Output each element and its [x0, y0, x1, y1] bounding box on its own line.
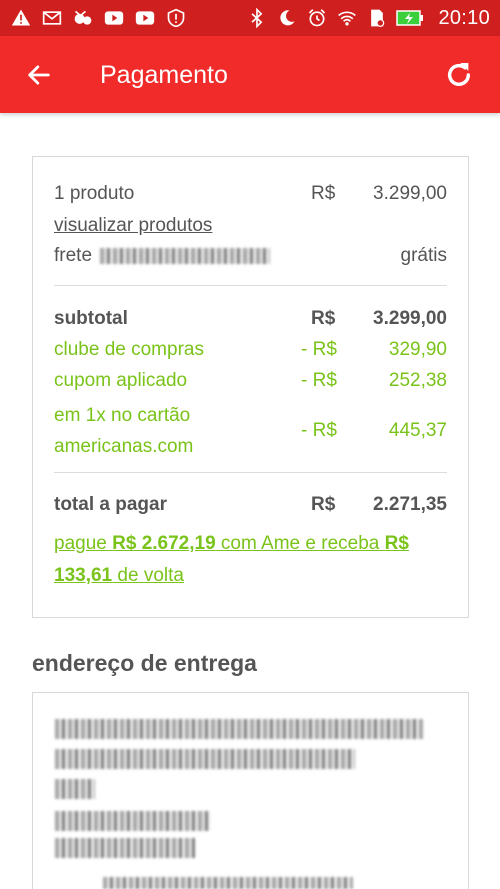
- warning-icon: [10, 8, 32, 28]
- clock: 20:10: [438, 6, 490, 29]
- discount-row: clube de compras - R$ 329,90: [54, 338, 447, 362]
- currency-label: R$: [311, 183, 336, 204]
- discount-value: 329,90: [388, 339, 447, 360]
- alarm-icon: [306, 8, 328, 28]
- back-button[interactable]: [22, 58, 56, 92]
- products-label: 1 produto: [54, 183, 135, 204]
- ame-offer-text: pague: [54, 533, 113, 554]
- page-title: Pagamento: [100, 61, 228, 89]
- arrow-left-icon: [28, 65, 50, 85]
- mail-icon: [41, 8, 63, 28]
- total-row: total a pagar R$ 2.271,35: [54, 493, 447, 517]
- redacted-address-line: [55, 749, 355, 769]
- redacted-address-line: [55, 719, 423, 739]
- shipping-value: grátis: [400, 245, 447, 266]
- divider: [54, 472, 447, 473]
- shipping-row: frete grátis: [54, 244, 447, 268]
- currency-label: R$: [311, 494, 336, 515]
- missed-call-icon: [72, 8, 94, 28]
- subtotal-value: 3.299,00: [373, 308, 447, 329]
- redacted-address-line: [55, 838, 195, 858]
- order-summary-card: 1 produto R$ 3.299,00 visualizar produto…: [32, 156, 469, 618]
- products-row: 1 produto R$ 3.299,00: [54, 182, 447, 206]
- youtube-icon: [134, 8, 156, 28]
- address-section-title: endereço de entrega: [32, 650, 257, 676]
- currency-label: - R$: [301, 420, 337, 441]
- redacted-address-line: [103, 877, 353, 889]
- discount-label: em 1x no cartão americanas.com: [54, 405, 194, 457]
- currency-label: R$: [311, 308, 336, 329]
- sim-icon: [366, 8, 388, 28]
- currency-label: - R$: [301, 339, 337, 360]
- ame-offer-text: de volta: [112, 565, 184, 586]
- redacted-address-line: [55, 779, 95, 799]
- discount-label: clube de compras: [54, 339, 204, 360]
- discount-row: cupom aplicado - R$ 252,38: [54, 369, 447, 393]
- shield-icon: [165, 8, 187, 28]
- total-value: 2.271,35: [373, 494, 447, 515]
- redacted-address-line: [55, 811, 210, 831]
- bluetooth-icon: [246, 8, 268, 28]
- redacted-shipping-info: [100, 248, 271, 264]
- currency-label: - R$: [301, 370, 337, 391]
- status-bar: 20:10: [0, 0, 500, 36]
- refresh-icon: [447, 63, 471, 86]
- address-card[interactable]: [32, 692, 469, 889]
- divider: [54, 285, 447, 286]
- view-products-link[interactable]: visualizar produtos: [54, 215, 212, 237]
- ame-offer-amount: R$ 2.672,19: [112, 533, 216, 554]
- discount-value: 252,38: [388, 370, 447, 391]
- app-bar: Pagamento: [0, 36, 500, 113]
- moon-icon: [276, 8, 298, 28]
- shipping-label: frete: [54, 245, 93, 266]
- youtube-icon: [103, 8, 125, 28]
- ame-offer-text: com Ame e receba: [215, 533, 385, 554]
- total-label: total a pagar: [54, 494, 167, 515]
- discount-value: 445,37: [388, 420, 447, 441]
- products-value: 3.299,00: [373, 183, 447, 204]
- refresh-button[interactable]: [440, 56, 478, 94]
- battery-charging-icon: [396, 8, 424, 28]
- ame-cashback-link[interactable]: pague R$ 2.672,19 com Ame e receba R$ 13…: [54, 528, 454, 592]
- discount-row: em 1x no cartão americanas.com - R$ 445,…: [54, 400, 447, 462]
- subtotal-label: subtotal: [54, 308, 128, 329]
- wifi-icon: [336, 8, 358, 28]
- subtotal-row: subtotal R$ 3.299,00: [54, 307, 447, 331]
- discount-label: cupom aplicado: [54, 370, 188, 391]
